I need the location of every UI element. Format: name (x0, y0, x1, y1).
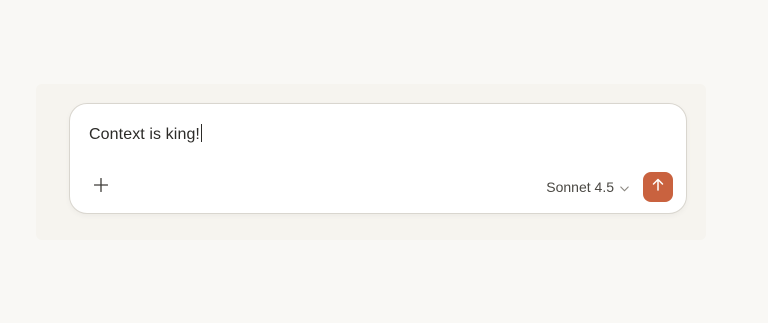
add-attachment-button[interactable] (90, 176, 112, 198)
send-button[interactable] (643, 172, 673, 202)
plus-icon (93, 177, 109, 197)
message-input[interactable]: Context is king! (89, 124, 202, 144)
chevron-down-icon (620, 179, 629, 195)
message-composer: Context is king! Sonnet 4.5 (69, 103, 687, 214)
text-caret (200, 124, 202, 142)
message-input-text: Context is king! (89, 126, 200, 143)
arrow-up-icon (652, 178, 664, 196)
model-selector-label: Sonnet 4.5 (546, 179, 614, 195)
model-selector[interactable]: Sonnet 4.5 (546, 177, 629, 197)
